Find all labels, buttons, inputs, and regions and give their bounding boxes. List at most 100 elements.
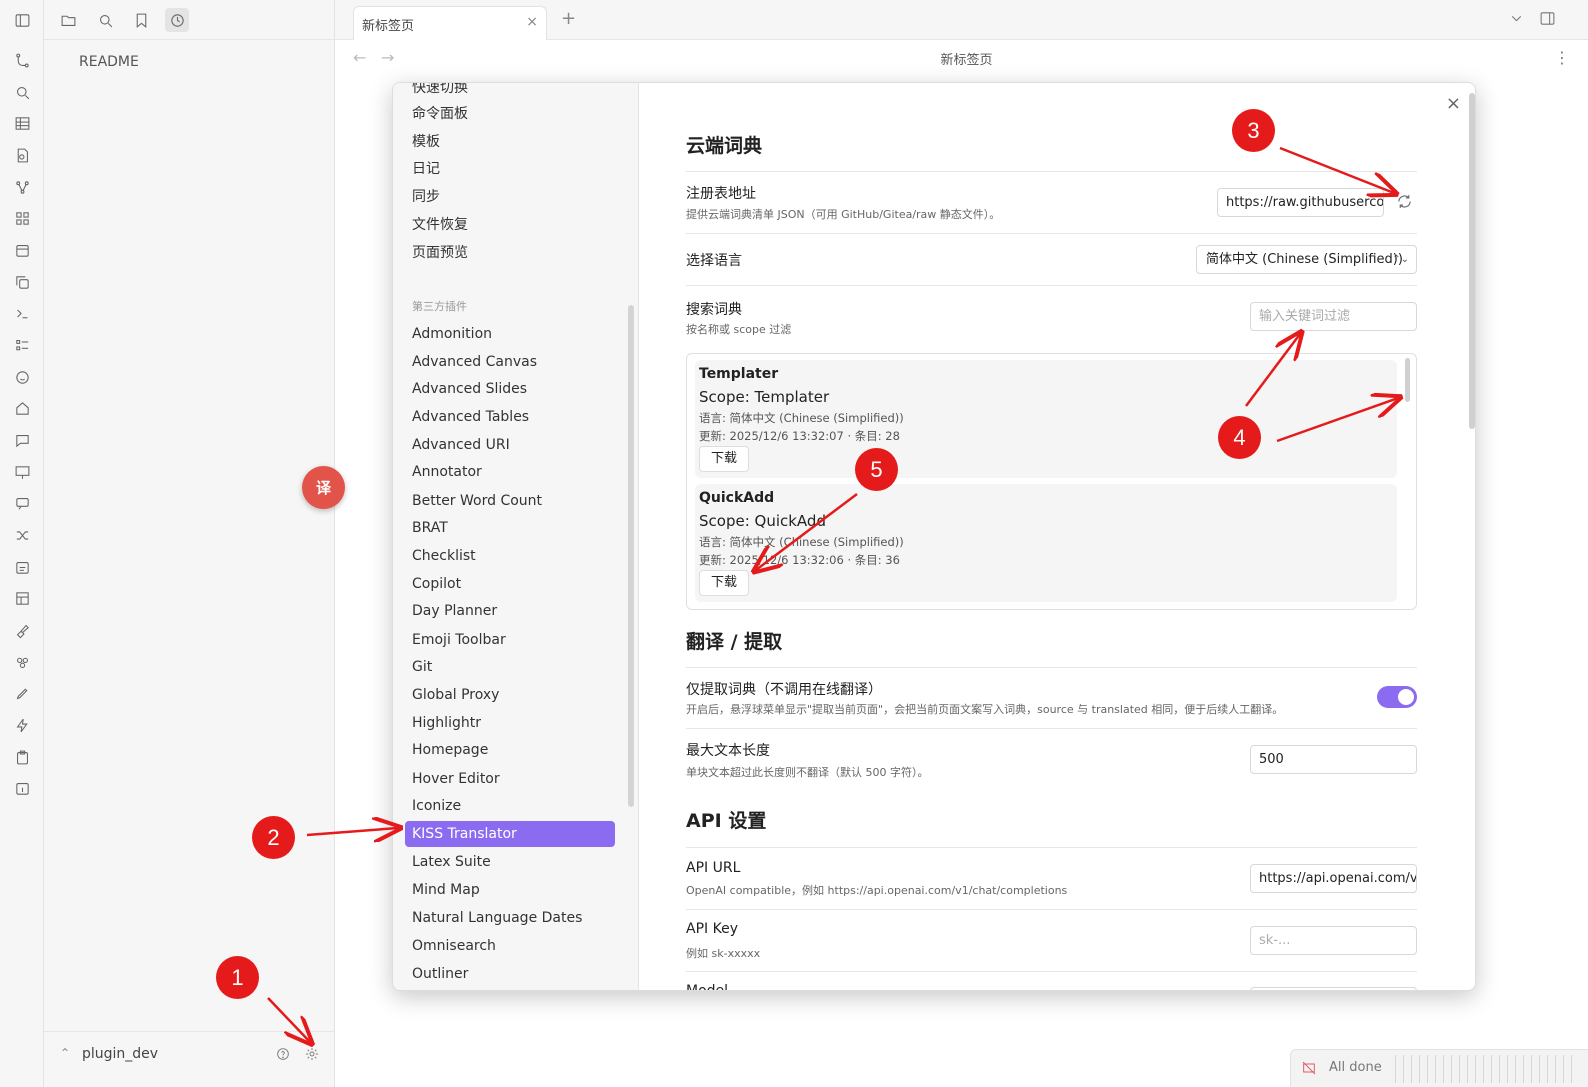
plugin-nav-item[interactable]: Mind Map <box>405 877 615 903</box>
grid-icon[interactable] <box>10 206 34 230</box>
plugin-nav-item[interactable]: Global Proxy <box>405 682 615 708</box>
dict-list: Templater Scope: Templater 语言: 简体中文 (Chi… <box>686 353 1417 610</box>
download-button[interactable]: 下载 <box>699 570 749 596</box>
plugin-nav-item[interactable]: Homepage <box>405 737 615 763</box>
message-icon[interactable] <box>10 491 34 515</box>
plugin-nav-item[interactable]: Checklist <box>405 543 615 569</box>
plugin-nav-item[interactable]: Day Planner <box>405 598 615 624</box>
plugin-nav-item[interactable]: Advanced Tables <box>405 404 615 430</box>
more-options-icon[interactable]: ⋮ <box>1554 48 1570 67</box>
chevron-down-icon[interactable] <box>1508 10 1525 31</box>
plugin-nav-item[interactable]: Emoji Toolbar <box>405 627 615 653</box>
max-length-input[interactable]: 500 <box>1250 745 1417 774</box>
shuffle-icon[interactable] <box>10 523 34 547</box>
close-tab-icon[interactable]: × <box>526 14 538 30</box>
plugin-nav-item[interactable]: Git <box>405 654 615 680</box>
chevron-updown-icon: ⌃⌄ <box>1392 254 1409 265</box>
section-label-third-party: 第三方插件 <box>412 300 467 313</box>
plugin-nav-item[interactable]: Highlightr <box>405 710 615 736</box>
api-key-label: API Key <box>686 921 738 937</box>
dict-list-scrollbar[interactable] <box>1405 358 1410 402</box>
nav-scrollbar[interactable] <box>628 305 634 807</box>
calendar-icon[interactable] <box>10 238 34 262</box>
plugin-nav-item[interactable]: Hover Editor <box>405 766 615 792</box>
plugin-nav-item[interactable]: Annotator <box>405 459 615 485</box>
vault-name[interactable]: plugin_dev <box>82 1046 158 1062</box>
graph-icon[interactable] <box>10 175 34 199</box>
settings-nav-item[interactable]: 日记 <box>405 156 615 182</box>
plugin-nav-item[interactable]: Advanced URI <box>405 432 615 458</box>
divider <box>686 728 1417 729</box>
close-icon[interactable]: × <box>1446 93 1461 114</box>
file-search-icon[interactable] <box>10 143 34 167</box>
search-icon[interactable] <box>93 8 117 32</box>
plugin-nav-item[interactable]: Advanced Canvas <box>405 349 615 375</box>
new-tab-button[interactable]: + <box>561 8 576 29</box>
folder-icon[interactable] <box>56 8 80 32</box>
plugin-nav-item[interactable]: Omnisearch <box>405 933 615 959</box>
plugin-nav-item[interactable]: Copilot <box>405 571 615 597</box>
git-branch-icon[interactable] <box>10 48 34 72</box>
translate-fab-button[interactable]: 译 <box>302 466 345 509</box>
settings-nav-item[interactable]: 快速切换 <box>405 83 615 101</box>
dice-icon[interactable] <box>10 650 34 674</box>
chat-icon[interactable] <box>10 428 34 452</box>
home-icon[interactable] <box>10 396 34 420</box>
bookmark-icon[interactable] <box>129 8 153 32</box>
plugin-nav-item[interactable]: Latex Suite <box>405 849 615 875</box>
api-key-input[interactable]: sk-... <box>1250 926 1417 955</box>
chevron-updown-icon[interactable]: ⌃ <box>60 1046 70 1060</box>
list-icon[interactable] <box>10 333 34 357</box>
settings-nav-item[interactable]: 命令面板 <box>405 101 615 127</box>
copy-icon[interactable] <box>10 270 34 294</box>
settings-nav-item[interactable]: 文件恢复 <box>405 212 615 238</box>
plugin-nav-item[interactable]: Iconize <box>405 793 615 819</box>
extract-only-toggle[interactable] <box>1377 686 1417 708</box>
settings-nav-item[interactable]: 页面预览 <box>405 240 615 266</box>
calendar-day-icon[interactable] <box>10 776 34 800</box>
search-icon[interactable] <box>10 80 34 104</box>
plugin-nav-item[interactable]: Admonition <box>405 321 615 347</box>
right-sidebar-toggle-icon[interactable] <box>1539 10 1556 31</box>
settings-nav-item[interactable]: 同步 <box>405 184 615 210</box>
settings-nav-item[interactable]: 模板 <box>405 129 615 155</box>
download-button[interactable]: 下载 <box>699 446 749 472</box>
sync-error-icon[interactable] <box>1301 1060 1318 1077</box>
clipboard-icon[interactable] <box>10 745 34 769</box>
sidebar-toggle-icon[interactable] <box>10 8 34 32</box>
plugin-nav-item[interactable]: Outliner <box>405 961 615 987</box>
layout-icon[interactable] <box>10 586 34 610</box>
plugin-nav-item[interactable]: Natural Language Dates <box>405 905 615 931</box>
registry-url-input[interactable]: https://raw.githubuserco <box>1217 188 1384 217</box>
plugin-nav-item-kiss-translator[interactable]: KISS Translator <box>405 821 615 847</box>
divider <box>686 233 1417 234</box>
settings-nav: 快速切换 命令面板 模板 日记 同步 文件恢复 页面预览 第三方插件 Admon… <box>393 83 639 990</box>
divider <box>686 667 1417 668</box>
dict-lang: 语言: 简体中文 (Chinese (Simplified)) <box>699 535 904 549</box>
planner-icon[interactable] <box>10 555 34 579</box>
api-url-input[interactable]: https://api.openai.com/v <box>1250 864 1417 893</box>
search-dict-desc: 按名称或 scope 过滤 <box>686 323 792 336</box>
file-item-readme[interactable]: README <box>79 54 139 70</box>
refresh-icon[interactable] <box>1396 193 1416 213</box>
content-scrollbar[interactable] <box>1469 93 1475 429</box>
highlighter-icon[interactable] <box>10 618 34 642</box>
pen-icon[interactable] <box>10 681 34 705</box>
dict-search-input[interactable]: 输入关键词过滤 <box>1250 302 1417 331</box>
tab-new-tab[interactable]: 新标签页 × <box>353 6 547 40</box>
settings-gear-icon[interactable] <box>302 1044 322 1064</box>
plugin-nav-item[interactable]: BRAT <box>405 515 615 541</box>
plugin-nav-item[interactable]: Better Word Count <box>405 488 615 514</box>
clock-icon[interactable] <box>165 8 189 32</box>
terminal-icon[interactable] <box>10 301 34 325</box>
plugin-nav-item[interactable]: Advanced Slides <box>405 376 615 402</box>
api-key-desc: 例如 sk-xxxxx <box>686 947 761 960</box>
language-select[interactable]: 简体中文 (Chinese (Simplified)) ⌃⌄ <box>1196 245 1417 274</box>
status-text: All done <box>1329 1060 1382 1075</box>
smile-icon[interactable] <box>10 365 34 389</box>
help-icon[interactable] <box>273 1044 293 1064</box>
presentation-icon[interactable] <box>10 460 34 484</box>
table-icon[interactable] <box>10 111 34 135</box>
lightning-icon[interactable] <box>10 713 34 737</box>
model-input[interactable] <box>1250 987 1417 990</box>
